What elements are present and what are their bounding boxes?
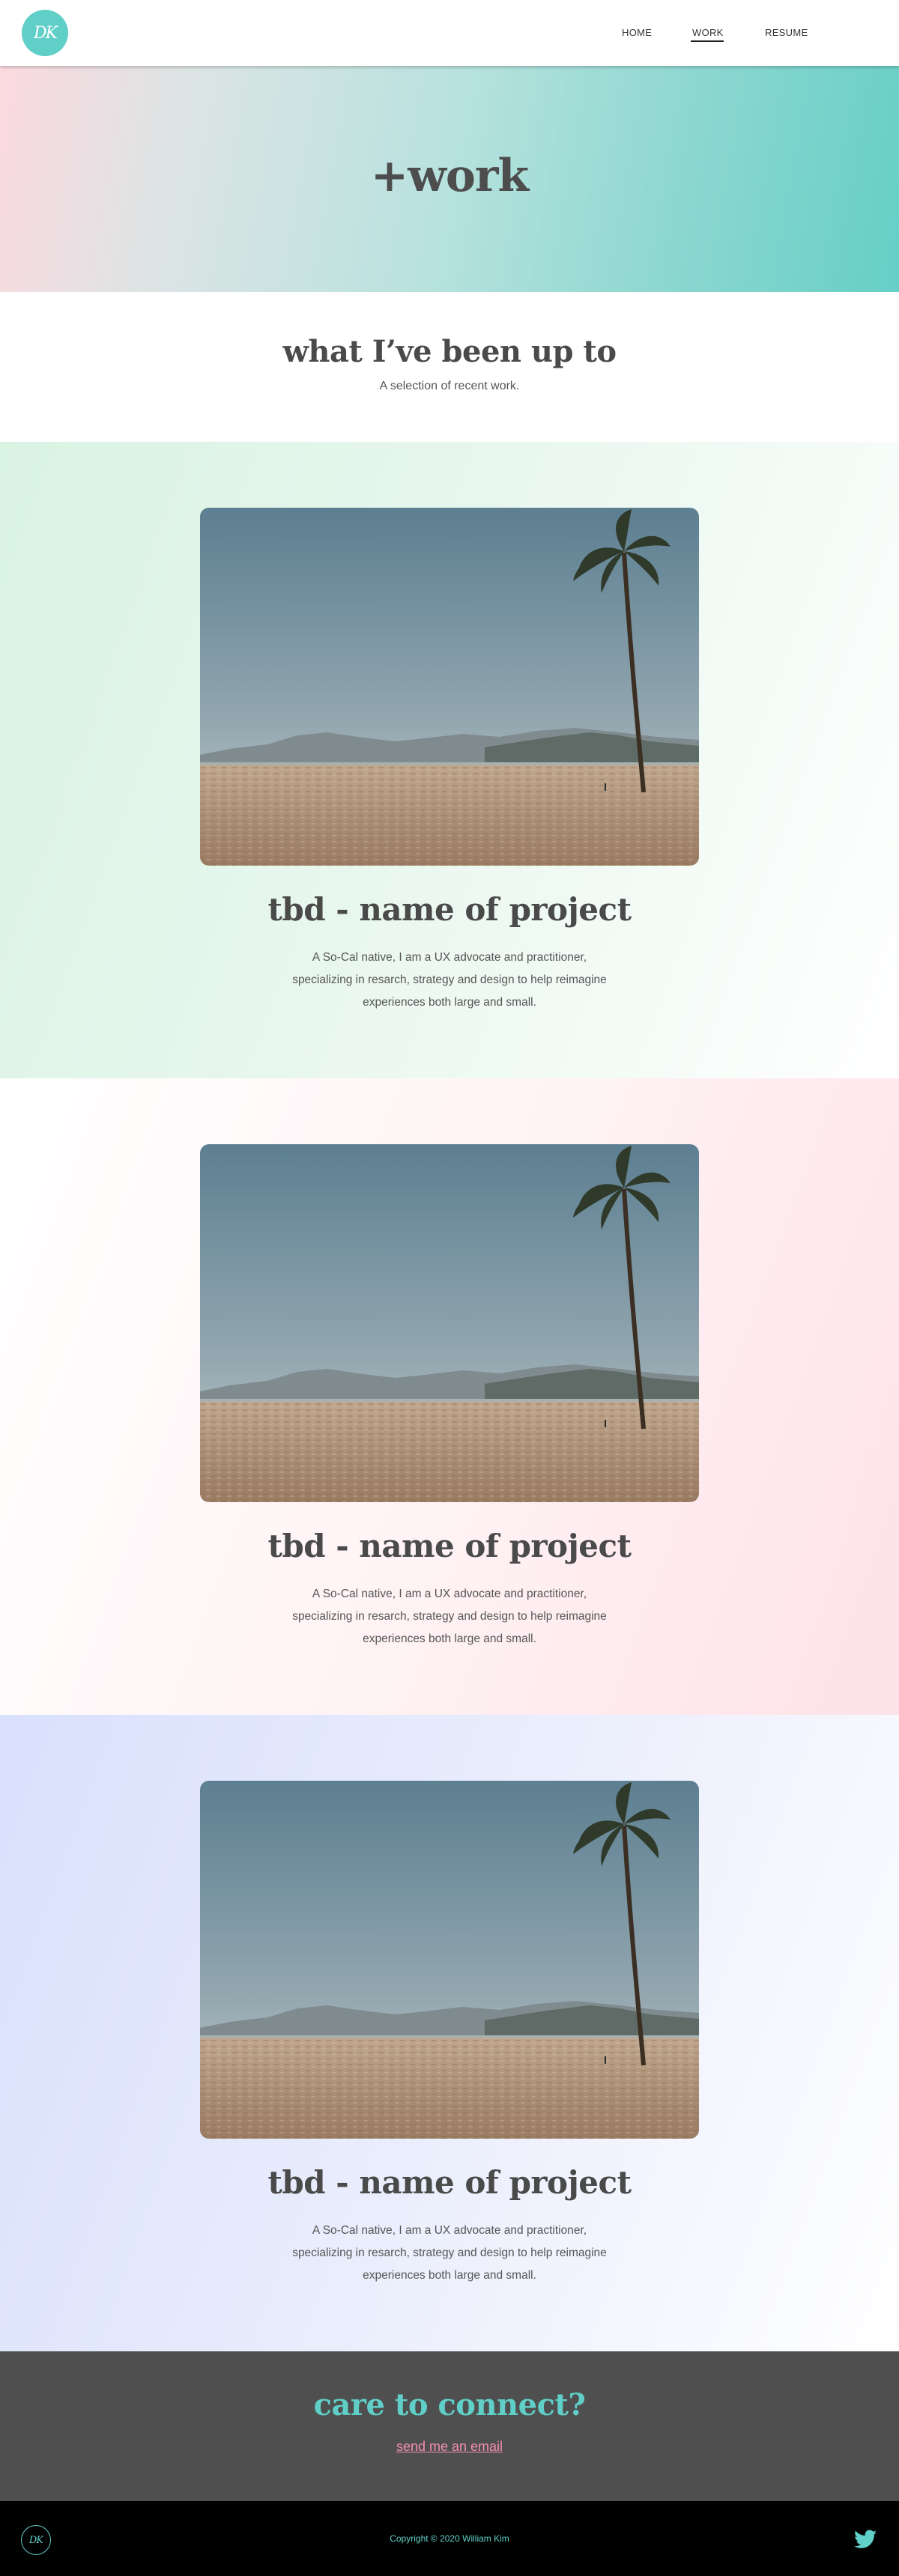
logo-home-link[interactable]: DK	[22, 10, 68, 56]
hero-title: +work	[370, 150, 529, 202]
project-section-2: tbd - name of project A So-Cal native, I…	[0, 1078, 899, 1715]
site-header: DK HOME WORK RESUME	[0, 0, 899, 66]
project-description: A So-Cal native, I am a UX advocate and …	[292, 2224, 607, 2282]
hero-banner: +work	[0, 66, 899, 292]
email-link[interactable]: send me an email	[0, 2439, 899, 2455]
logo-monogram: DK	[33, 23, 58, 43]
nav-active-indicator	[691, 40, 724, 42]
beach-photo	[200, 1781, 699, 2139]
contact-section: care to connect? send me an email	[0, 2351, 899, 2501]
copyright-text: Copyright © 2020 William Kim	[390, 2533, 509, 2544]
project-title[interactable]: tbd - name of project	[0, 2164, 899, 2201]
project-description: A So-Cal native, I am a UX advocate and …	[292, 951, 607, 1009]
project-title[interactable]: tbd - name of project	[0, 891, 899, 928]
intro-subtitle: A selection of recent work.	[379, 380, 520, 392]
intro-section: what I’ve been up to A selection of rece…	[0, 292, 899, 442]
intro-title: what I’ve been up to	[282, 334, 617, 369]
nav-work-link[interactable]: WORK	[692, 27, 724, 38]
project-image[interactable]	[200, 1781, 699, 2139]
nav-resume-link[interactable]: RESUME	[765, 27, 808, 38]
beach-photo	[200, 1144, 699, 1502]
project-section-1: tbd - name of project A So-Cal native, I…	[0, 442, 899, 1078]
nav-home-link[interactable]: HOME	[622, 27, 652, 38]
contact-title: care to connect?	[313, 2387, 586, 2422]
project-description: A So-Cal native, I am a UX advocate and …	[292, 1588, 607, 1645]
twitter-icon[interactable]	[854, 2530, 877, 2549]
project-image[interactable]	[200, 1144, 699, 1502]
project-image[interactable]	[200, 508, 699, 866]
project-title[interactable]: tbd - name of project	[0, 1528, 899, 1564]
project-section-3: tbd - name of project A So-Cal native, I…	[0, 1715, 899, 2351]
site-footer: DK Copyright © 2020 William Kim	[0, 2501, 899, 2576]
beach-photo	[200, 508, 699, 866]
